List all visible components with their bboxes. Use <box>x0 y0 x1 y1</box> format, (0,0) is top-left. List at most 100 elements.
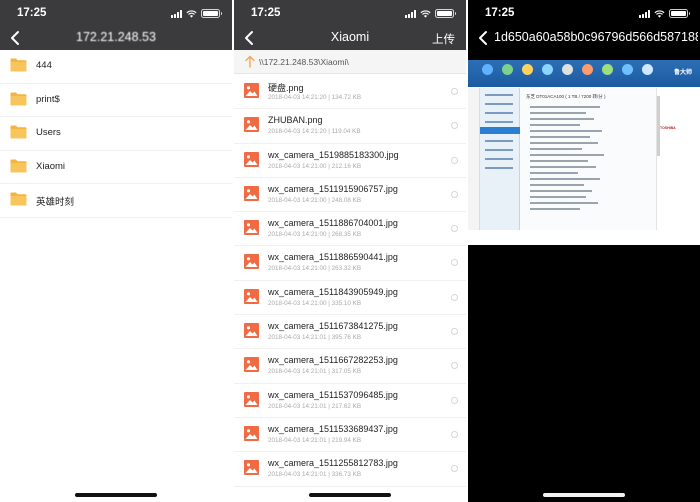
list-item-file[interactable]: ZHUBAN.png 2018-04-03 14:21:20 | 119.04 … <box>234 109 466 144</box>
battery-icon <box>669 9 690 18</box>
wifi-icon <box>654 10 665 18</box>
status-bar: 17:25 <box>234 0 466 26</box>
list-item-folder[interactable]: 英雄时刻 <box>0 184 232 218</box>
image-file-icon <box>244 425 259 441</box>
image-sidebar-selected <box>480 127 520 134</box>
list-item-folder[interactable]: Xiaomi <box>0 151 232 184</box>
status-bar: 17:25 <box>468 0 700 26</box>
page-title: 1d650a60a58b0c96796d566d587188c... <box>494 30 698 44</box>
status-icons <box>405 9 456 18</box>
file-name: wx_camera_1511886704001.jpg <box>268 218 398 229</box>
status-bar: 17:25 <box>0 0 232 26</box>
select-radio[interactable] <box>451 362 458 370</box>
select-radio[interactable] <box>451 328 458 336</box>
status-time: 17:25 <box>251 7 281 19</box>
image-file-icon <box>244 391 259 407</box>
list-item-file[interactable]: wx_camera_1511537096485.jpg 2018-04-03 1… <box>234 384 466 418</box>
file-name: wx_camera_1511886590441.jpg <box>268 252 398 263</box>
list-item-folder[interactable]: 444 <box>0 50 232 84</box>
screenshot-image[interactable]: 鲁大师 东芝 DT01ACA100 ( 1 TB / 7200 转/分 ) TO… <box>468 60 700 245</box>
image-file-icon <box>244 185 259 201</box>
list-item-file[interactable]: wx_camera_1511673841275.jpg 2018-04-03 1… <box>234 315 466 350</box>
list-item-file[interactable]: 硬盘.png 2018-04-03 14:21:20 | 134.72 KB <box>234 75 466 110</box>
list-item-file[interactable]: wx_camera_1519885183300.jpg 2018-04-03 1… <box>234 144 466 178</box>
list-item-file[interactable]: wx_camera_1511667282253.jpg 2018-04-03 1… <box>234 349 466 384</box>
file-name: wx_camera_1511537096485.jpg <box>268 389 398 400</box>
select-radio[interactable] <box>451 225 458 233</box>
image-file-icon <box>244 323 259 339</box>
select-radio[interactable] <box>451 190 458 198</box>
folder-list: 444 print$ Users Xiaomi 英雄时刻 <box>0 50 232 218</box>
folder-name: 444 <box>36 60 52 71</box>
wifi-icon <box>420 10 431 18</box>
page-title: 172.21.248.53 <box>76 30 156 44</box>
list-item-file[interactable]: wx_camera_1511843905949.jpg 2018-04-03 1… <box>234 281 466 316</box>
select-radio[interactable] <box>451 430 458 438</box>
list-item-file[interactable]: wx_camera_1511255812783.jpg 2018-04-03 1… <box>234 452 466 487</box>
list-item-folder[interactable]: print$ <box>0 84 232 117</box>
tool-icon <box>562 64 573 75</box>
select-radio[interactable] <box>451 156 458 164</box>
folder-name: 英雄时刻 <box>36 197 75 208</box>
upload-button[interactable]: 上传 <box>432 31 455 47</box>
chevron-left-icon[interactable] <box>240 28 260 48</box>
select-radio[interactable] <box>451 259 458 267</box>
nav-row: 172.21.248.53 <box>0 26 232 50</box>
file-name: wx_camera_1519885183300.jpg <box>268 149 399 160</box>
panel-image-viewer: 17:25 1d650a60a58b0c96796d566d587188c... <box>468 0 700 502</box>
nav-row: 1d650a60a58b0c96796d566d587188c... <box>468 26 700 50</box>
chevron-left-icon[interactable] <box>6 28 26 48</box>
folder-name: Users <box>36 127 61 138</box>
file-meta: 2018-04-03 14:21:01 | 217.62 KB <box>268 402 362 410</box>
list-item-file[interactable]: wx_camera_1511886704001.jpg 2018-04-03 1… <box>234 212 466 247</box>
chevron-left-icon[interactable] <box>474 28 494 48</box>
folder-name: Xiaomi <box>36 160 66 172</box>
nav-row: Xiaomi 上传 <box>234 26 466 50</box>
tool-icon <box>582 64 593 75</box>
folder-icon <box>10 58 27 72</box>
file-meta: 2018-04-03 14:21:20 | 119.04 KB <box>268 128 361 136</box>
tool-icon <box>482 64 493 75</box>
list-item-folder[interactable]: Users <box>0 117 232 151</box>
home-indicator[interactable] <box>75 493 157 497</box>
select-radio[interactable] <box>451 293 458 301</box>
image-sidebar <box>480 88 520 230</box>
status-time: 17:25 <box>17 7 47 19</box>
file-meta: 2018-04-03 14:21:00 | 212.16 KB <box>268 162 362 170</box>
page-title: Xiaomi <box>330 30 370 44</box>
file-name: wx_camera_1511843905949.jpg <box>268 286 398 297</box>
select-radio[interactable] <box>451 122 458 130</box>
current-path: \\172.21.248.53\Xiaomi\ <box>259 57 349 67</box>
tool-icon <box>602 64 613 75</box>
image-file-icon <box>244 288 259 304</box>
tool-icon <box>502 64 513 75</box>
image-file-icon <box>244 151 259 167</box>
home-indicator[interactable] <box>309 493 391 497</box>
image-file-icon <box>244 220 259 236</box>
list-item-file[interactable]: wx_camera_1511886590441.jpg 2018-04-03 1… <box>234 246 466 281</box>
cellular-signal-icon <box>639 10 650 18</box>
select-radio[interactable] <box>451 396 458 404</box>
select-radio[interactable] <box>451 88 458 95</box>
file-meta: 2018-04-03 14:21:01 | 219.94 KB <box>268 436 362 444</box>
select-radio[interactable] <box>451 465 458 473</box>
file-meta: 2018-04-03 14:21:00 | 248.08 KB <box>268 196 362 204</box>
arrow-up-icon[interactable] <box>244 55 256 68</box>
breadcrumb[interactable]: \\172.21.248.53\Xiaomi\ <box>234 50 466 74</box>
list-item-file[interactable]: wx_camera_1511915906757.jpg 2018-04-03 1… <box>234 178 466 213</box>
folder-name: print$ <box>36 93 60 105</box>
image-file-icon <box>244 254 259 270</box>
image-file-icon <box>244 460 259 476</box>
list-item-file[interactable]: wx_camera_1511533689437.jpg 2018-04-03 1… <box>234 418 466 453</box>
folder-icon <box>10 159 27 172</box>
image-file-icon <box>244 83 259 98</box>
image-viewer[interactable]: 鲁大师 东芝 DT01ACA100 ( 1 TB / 7200 转/分 ) TO… <box>468 50 700 502</box>
cellular-signal-icon <box>405 10 416 18</box>
tool-icon <box>642 64 653 75</box>
status-icons <box>639 9 690 18</box>
file-name: wx_camera_1511533689437.jpg <box>268 423 398 434</box>
image-left-strip <box>468 88 480 230</box>
toshiba-logo: TOSHIBA <box>660 126 676 130</box>
home-indicator[interactable] <box>543 493 625 497</box>
tool-icon <box>622 64 633 75</box>
